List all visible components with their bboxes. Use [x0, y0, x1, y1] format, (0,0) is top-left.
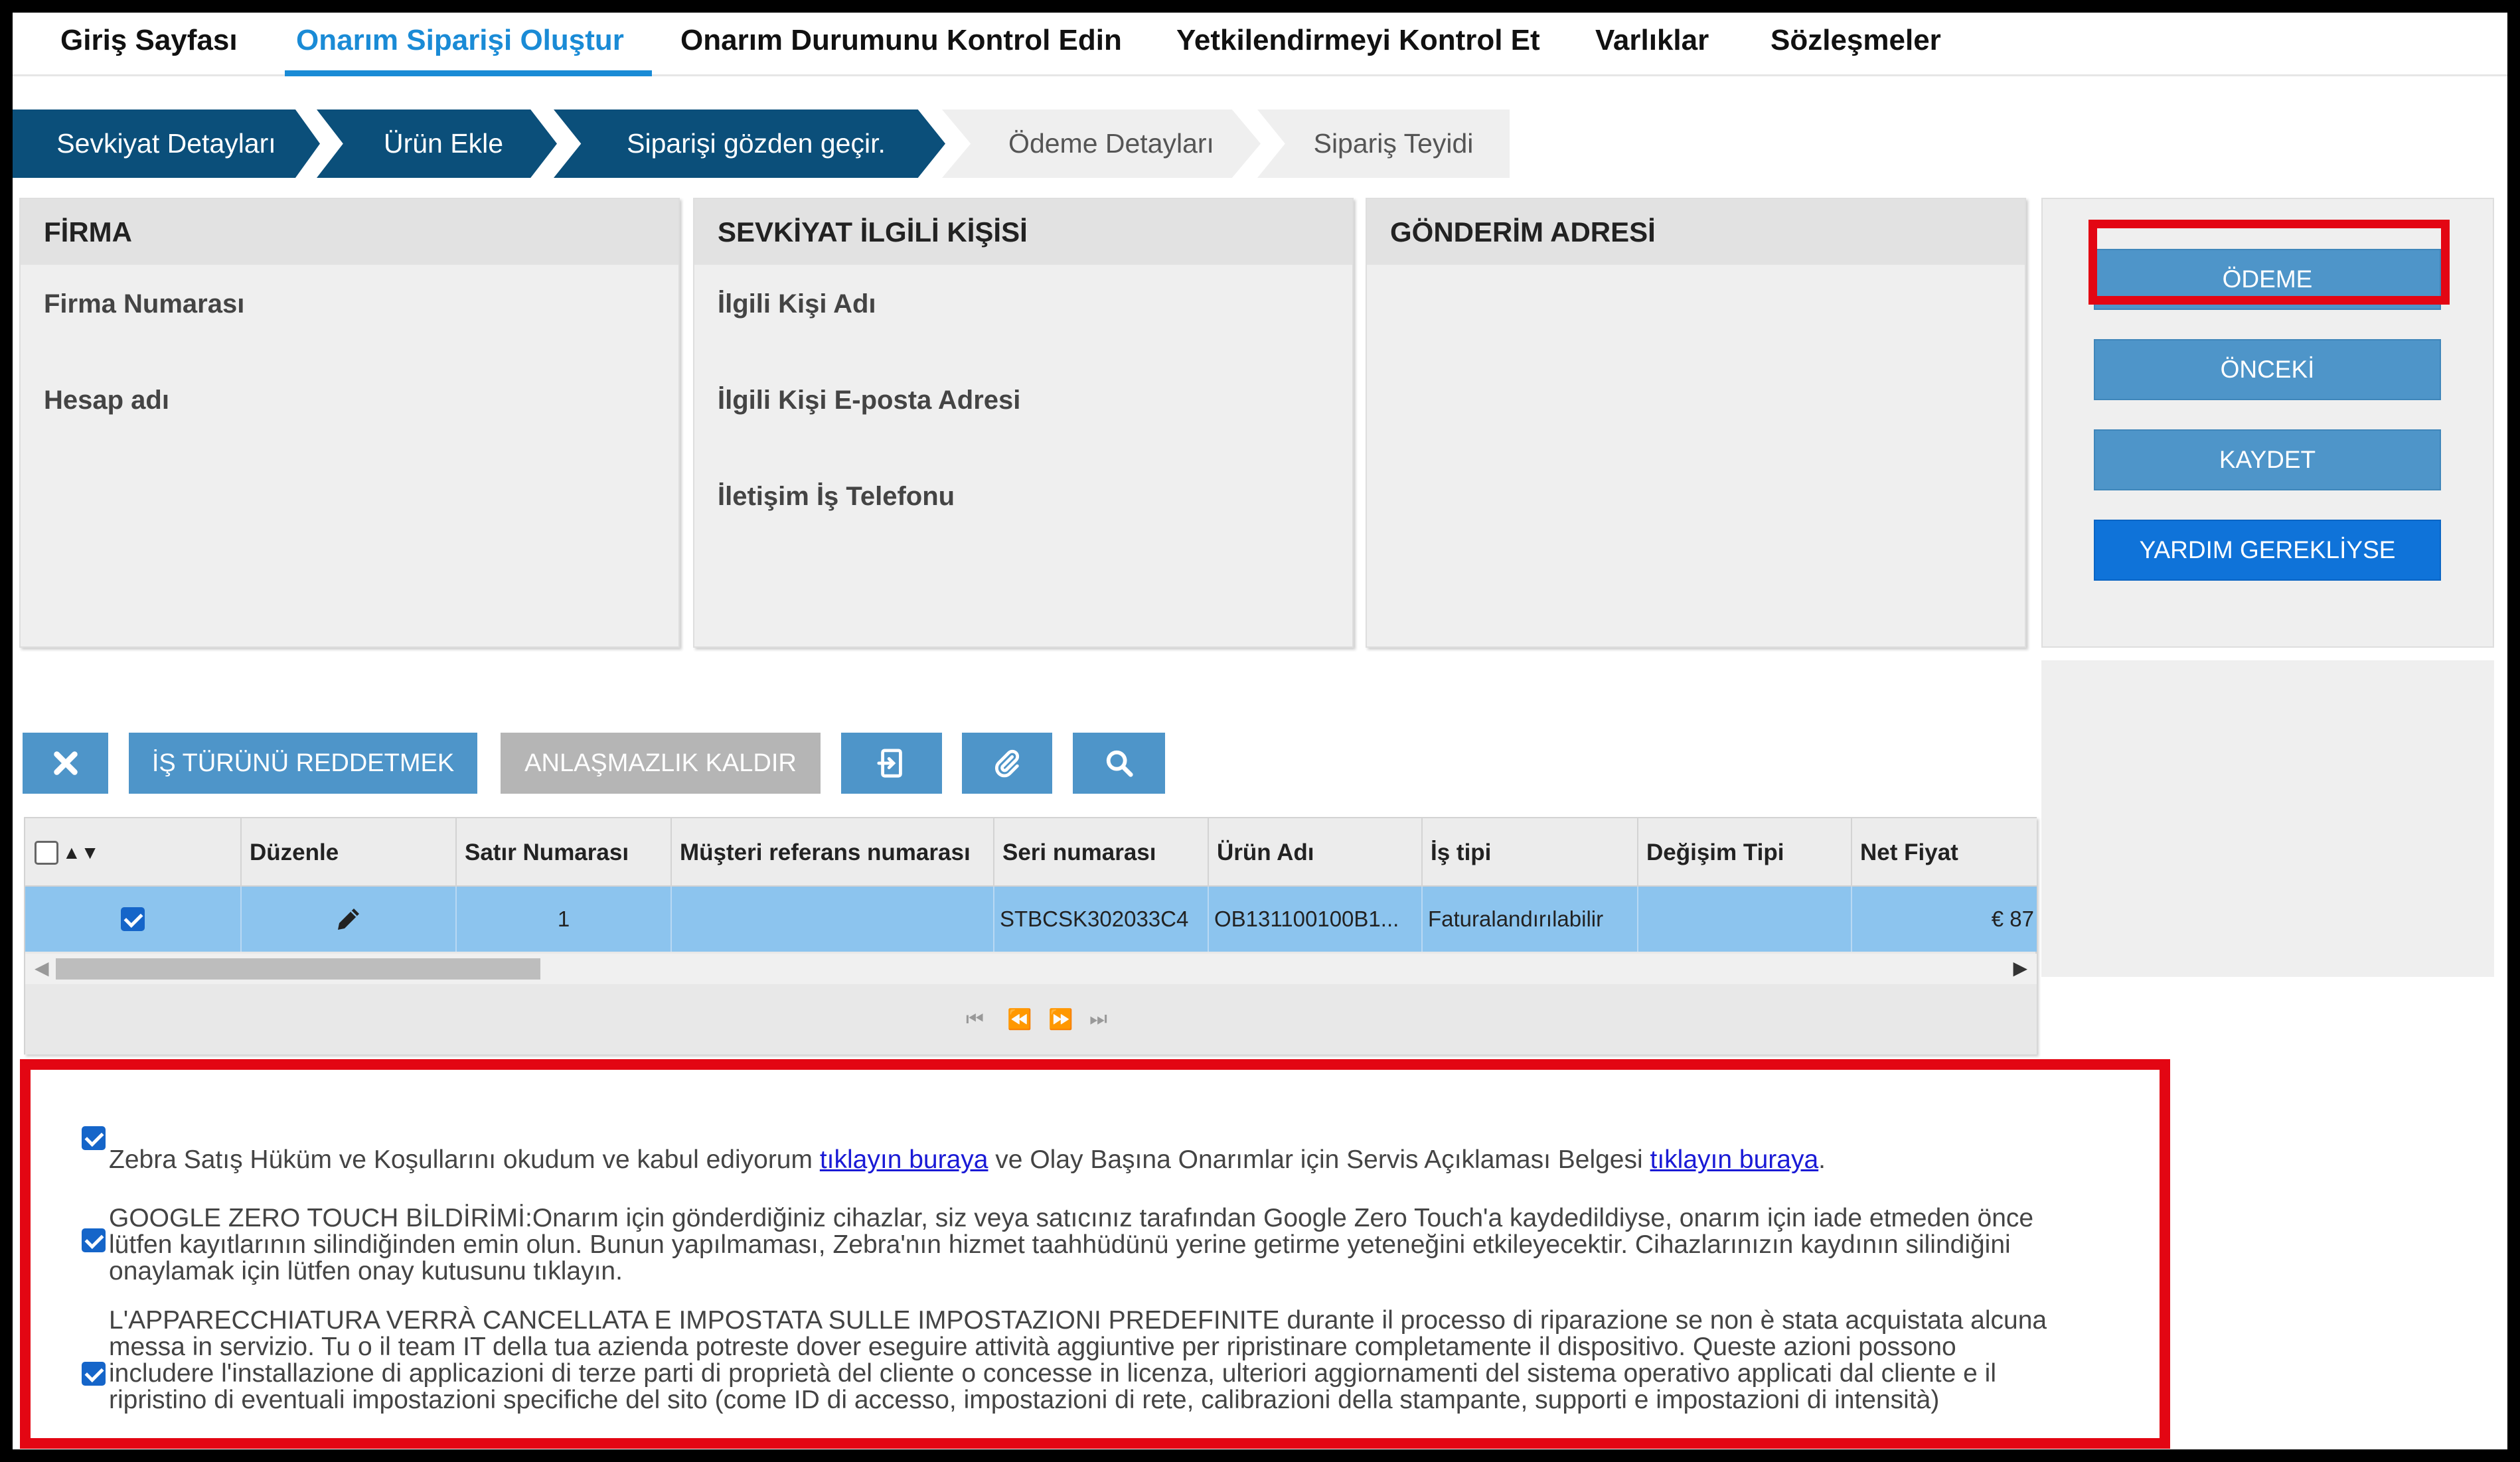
column-header[interactable]: Satır Numarası [457, 818, 672, 887]
remove-dispute-button: ANLAŞMAZLIK KALDIR [501, 733, 821, 794]
step-label: Sipariş Teyidi [1313, 128, 1474, 159]
order-lines-grid: ▲▼ Düzenle Satır Numarası Müşteri refera… [24, 817, 2037, 1055]
search-icon [1106, 750, 1133, 777]
step-add-product[interactable]: Ürün Ekle [317, 110, 557, 178]
row-select-cell[interactable] [25, 887, 242, 952]
line-number-cell: 1 [457, 887, 672, 952]
row-checkbox[interactable] [121, 907, 145, 931]
attach-button[interactable] [962, 733, 1052, 794]
step-label: Ürün Ekle [383, 128, 503, 159]
zero-touch-checkbox[interactable] [82, 1228, 106, 1252]
service-description-link[interactable]: tıklayın buraya [1650, 1145, 1819, 1174]
sort-icon[interactable]: ▲▼ [62, 842, 99, 863]
column-header[interactable]: Ürün Adı [1209, 818, 1423, 887]
select-all-checkbox[interactable] [35, 840, 58, 865]
terms-confirmation-box: Zebra Satış Hüküm ve Koşullarını okudum … [20, 1059, 2170, 1449]
column-header[interactable]: Düzenle [242, 818, 457, 887]
step-review-order[interactable]: Siparişi gözden geçir. [554, 110, 945, 178]
column-header[interactable]: Değişim Tipi [1638, 818, 1852, 887]
column-header[interactable]: Müşteri referans numarası [672, 818, 994, 887]
nav-check-repair-status[interactable]: Onarım Durumunu Kontrol Edin [680, 24, 1122, 64]
panel-title: SEVKİYAT İLGİLİ KİŞİSİ [694, 199, 1352, 265]
step-order-confirmation: Sipariş Teyidi [1257, 110, 1510, 178]
delete-button[interactable] [23, 733, 108, 794]
product-name-cell: OB131100100B1... [1209, 887, 1423, 952]
nav-create-repair-order[interactable]: Onarım Siparişi Oluştur [296, 24, 624, 64]
app-frame: Giriş Sayfası Onarım Siparişi Oluştur On… [13, 13, 2507, 1449]
active-tab-underline [285, 70, 652, 76]
panel-title: GÖNDERİM ADRESİ [1367, 199, 2025, 265]
terms-text-part: Zebra Satış Hüküm ve Koşullarını okudum … [109, 1145, 820, 1174]
side-empty-panel [2041, 660, 2494, 977]
terms-text-part: . [1818, 1145, 1826, 1174]
company-number-label: Firma Numarası [44, 289, 245, 319]
payment-button-highlight [2088, 220, 2450, 305]
scroll-right-icon[interactable]: ▶ [2013, 957, 2027, 979]
first-page-icon[interactable]: ⏮ [966, 1008, 984, 1031]
step-label: Siparişi gözden geçir. [627, 128, 886, 159]
column-header[interactable]: İş tipi [1423, 818, 1638, 887]
reject-job-type-button[interactable]: İŞ TÜRÜNÜ REDDETMEK [129, 733, 477, 794]
search-button[interactable] [1073, 733, 1165, 794]
zero-touch-notice: GOOGLE ZERO TOUCH BİLDİRİMİ:Onarım için … [109, 1204, 2034, 1285]
terms-text: Zebra Satış Hüküm ve Koşullarını okudum … [109, 1147, 2067, 1173]
step-shipping-details[interactable]: Sevkiyat Detayları [13, 110, 320, 178]
grid-header: ▲▼ Düzenle Satır Numarası Müşteri refera… [25, 818, 2037, 887]
net-price-cell: € 87 [1991, 907, 2034, 931]
contact-email-label: İlgili Kişi E-posta Adresi [718, 386, 1021, 415]
save-button[interactable]: KAYDET [2094, 429, 2441, 490]
step-payment-details: Ödeme Detayları [942, 110, 1261, 178]
edit-cell[interactable] [242, 887, 457, 952]
exchange-type-cell [1638, 887, 1852, 952]
account-name-label: Hesap adı [44, 386, 169, 415]
scrollbar-thumb[interactable] [56, 958, 540, 980]
close-icon [53, 751, 78, 775]
serial-number-cell: STBCSK302033C4 [994, 887, 1209, 952]
top-navigation: Giriş Sayfası Onarım Siparişi Oluştur On… [13, 13, 2507, 76]
shipping-contact-panel: SEVKİYAT İLGİLİ KİŞİSİ İlgili Kişi Adı İ… [693, 198, 1354, 648]
pencil-icon[interactable] [333, 903, 364, 935]
horizontal-scrollbar[interactable]: ◀ ▶ [25, 954, 2037, 984]
job-type-cell: Faturalandırılabilir [1423, 887, 1638, 952]
import-button[interactable] [841, 733, 942, 794]
pager: ⏮ ⏪ ⏩ ⏭ [25, 984, 2037, 1055]
column-header[interactable]: Net Fiyat [1852, 818, 2037, 887]
scroll-left-icon[interactable]: ◀ [35, 957, 49, 979]
customer-ref-cell [672, 887, 994, 952]
nav-check-authorization[interactable]: Yetkilendirmeyi Kontrol Et [1176, 24, 1540, 64]
factory-reset-notice: L'APPARECCHIATURA VERRÀ CANCELLATA E IMP… [109, 1306, 2047, 1414]
terms-text-part: ve Olay Başına Onarımlar için Servis Açı… [988, 1145, 1650, 1174]
contact-phone-label: İletişim İş Telefonu [718, 482, 955, 511]
previous-page-icon[interactable]: ⏪ [1007, 1008, 1032, 1031]
next-page-icon[interactable]: ⏩ [1048, 1008, 1073, 1031]
contact-name-label: İlgili Kişi Adı [718, 289, 876, 319]
nav-contracts[interactable]: Sözleşmeler [1771, 24, 1941, 64]
import-icon [877, 749, 902, 778]
paperclip-icon [994, 749, 1020, 778]
nav-home[interactable]: Giriş Sayfası [60, 24, 238, 64]
table-row[interactable]: 1 STBCSK302033C4 OB131100100B1... Fatura… [25, 887, 2037, 952]
terms-checkbox[interactable] [82, 1126, 106, 1150]
step-label: Ödeme Detayları [1008, 128, 1214, 159]
last-page-icon[interactable]: ⏭ [1089, 1008, 1107, 1031]
company-panel: FİRMA Firma Numarası Hesap adı [19, 198, 680, 648]
shipping-address-panel: GÖNDERİM ADRESİ [1366, 198, 2026, 648]
help-button[interactable]: YARDIM GEREKLİYSE [2094, 520, 2441, 581]
column-header[interactable]: Seri numarası [994, 818, 1209, 887]
terms-link[interactable]: tıklayın buraya [820, 1145, 988, 1174]
select-all-header[interactable]: ▲▼ [25, 818, 242, 887]
previous-button[interactable]: ÖNCEKİ [2094, 339, 2441, 400]
factory-reset-checkbox[interactable] [82, 1362, 106, 1386]
step-label: Sevkiyat Detayları [56, 128, 276, 159]
panel-title: FİRMA [21, 199, 678, 265]
nav-assets[interactable]: Varlıklar [1595, 24, 1709, 64]
